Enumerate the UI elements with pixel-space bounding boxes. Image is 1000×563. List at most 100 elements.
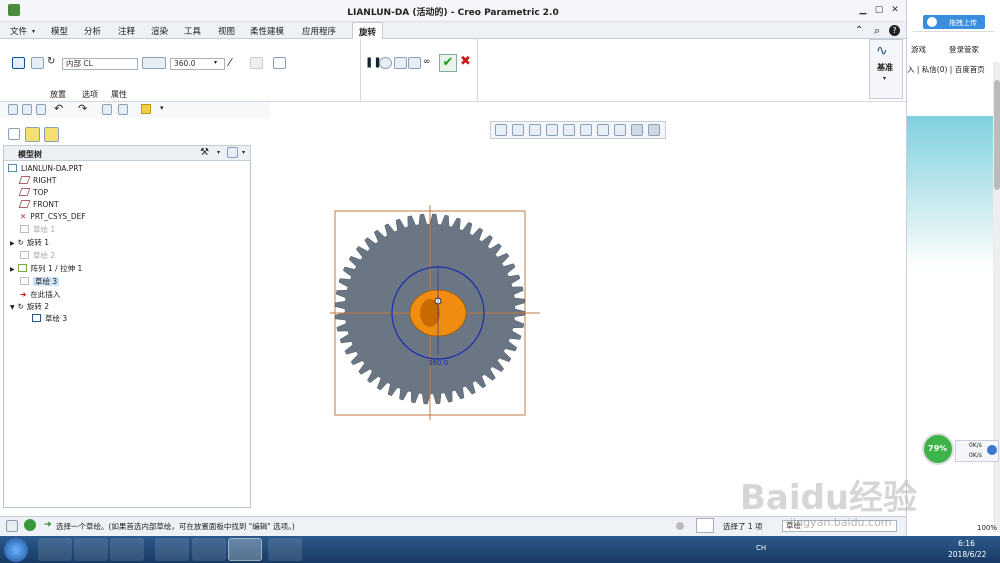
cancel-button[interactable]: ✖ [460,54,471,69]
subtab-properties[interactable]: 属性 [111,89,127,100]
thicken-icon[interactable] [273,57,286,69]
tree-item[interactable]: ▶ 阵列 1 / 拉伸 1 [10,263,82,275]
maximize-button[interactable]: ▢ [872,4,886,16]
expand-icon[interactable]: ▶ [10,266,15,273]
tree-item[interactable]: FRONT [18,199,59,211]
new-file-icon[interactable] [8,104,18,115]
start-button[interactable] [4,538,28,562]
tab-applications[interactable]: 应用程序 [302,25,336,37]
expand-icon[interactable]: ▶ [10,240,15,247]
solid-icon[interactable] [12,57,25,69]
gear-model[interactable]: 360.0 [330,205,545,420]
tree-item-label: 草绘 3 [33,277,60,286]
chevron-down-icon[interactable]: ▾ [217,149,220,156]
login-link[interactable]: 登录管家 [949,44,979,55]
taskbar-app-explorer[interactable] [74,538,108,561]
tree-item[interactable]: 草绘 1 [20,224,55,236]
annotation-display-icon[interactable] [631,124,643,136]
tab-flexible-modeling[interactable]: 柔性建模 [250,25,284,37]
tab-render[interactable]: 渲染 [151,25,168,37]
find-button[interactable] [696,518,714,533]
navigator-toggle-icon[interactable] [6,520,18,532]
customize-toolbar-icon[interactable]: ▾ [160,104,164,112]
ok-button[interactable]: ✔ [439,54,457,72]
collapse-icon[interactable]: ▼ [10,304,15,311]
taskbar-app-creo[interactable] [228,538,262,561]
datum-plane-icon [18,188,31,196]
display-style-icon[interactable] [563,124,575,136]
no-preview-icon[interactable] [379,57,392,69]
chevron-down-icon[interactable]: ▾ [214,59,217,66]
folder-browser-tab-icon[interactable] [25,127,40,142]
angle-type-icon[interactable] [142,57,166,69]
windows-icon[interactable] [118,104,128,115]
insert-here-marker[interactable]: ➜ 在此插入 [20,289,60,301]
attached-preview-icon[interactable] [394,57,407,69]
tree-item[interactable]: ▶ ↻ 旋转 1 [10,237,49,249]
collapse-ribbon-icon[interactable]: ⌃ [855,25,863,36]
tab-annotate[interactable]: 注释 [118,25,135,37]
taskbar-app-media[interactable] [110,538,144,561]
taskbar-app-browser[interactable] [38,538,72,561]
zoom-level[interactable]: 100% [977,524,997,532]
subtab-placement[interactable]: 放置 [50,89,66,100]
ad-banner[interactable] [907,116,993,336]
view-manager-icon[interactable] [597,124,609,136]
tab-tools[interactable]: 工具 [184,25,201,37]
saved-views-icon[interactable] [580,124,592,136]
tab-revolve[interactable]: 旋转 [352,22,384,39]
tree-item[interactable]: RIGHT [18,175,56,187]
tree-item[interactable]: 草绘 2 [20,250,55,262]
search-icon[interactable]: ⌕ [874,24,880,38]
system-tray[interactable] [770,541,880,557]
open-icon[interactable] [22,104,32,115]
datum-display-icon[interactable] [614,124,626,136]
browser-toggle-icon[interactable] [24,519,36,531]
add-icon[interactable] [987,445,997,455]
subtab-options[interactable]: 选项 [82,89,98,100]
ime-indicator[interactable]: CH [756,544,766,552]
undo-icon[interactable]: ↶ [54,102,63,115]
tab-model[interactable]: 模型 [51,25,68,37]
tab-file[interactable]: 文件 [10,25,27,37]
zoom-in-icon[interactable] [512,124,524,136]
minimize-button[interactable]: ▁ [856,4,870,16]
redo-icon[interactable]: ↷ [78,102,87,115]
revolve-icon[interactable]: ↻ [47,56,55,67]
flip-direction-icon[interactable]: ⁄ [229,56,231,69]
tree-filter-icon[interactable] [227,147,238,158]
help-icon[interactable]: ? [889,25,900,36]
tree-item[interactable]: ✕ PRT_CSYS_DEF [20,211,86,223]
chevron-down-icon[interactable]: ▾ [242,149,245,156]
dimension-label[interactable]: 360.0 [428,359,448,367]
nav-links[interactable]: 入 | 私信(0) | 百度首页 [907,64,985,75]
taskbar-app-paint[interactable] [268,538,302,561]
tree-item[interactable]: ▼ ↻ 旋转 2 [10,301,49,313]
regenerate-icon[interactable] [102,104,112,115]
tree-settings-icon[interactable]: ⚒ [200,147,209,158]
favorites-tab-icon[interactable] [44,127,59,142]
taskbar-app-360[interactable] [192,538,226,561]
tree-item[interactable]: LIANLUN-DA.PRT [8,163,83,175]
detached-preview-icon[interactable] [408,57,421,69]
remove-material-icon[interactable] [250,57,263,69]
verify-icon[interactable]: ∞ [423,57,431,67]
zoom-out-icon[interactable] [529,124,541,136]
model-tree-tab-icon[interactable] [8,128,20,140]
scrollbar-thumb[interactable] [994,80,1000,190]
tab-analysis[interactable]: 分析 [84,25,101,37]
folder-icon[interactable] [141,104,151,114]
surface-icon[interactable] [31,57,44,69]
tab-view[interactable]: 视图 [218,25,235,37]
tree-item[interactable]: 草绘 3 [32,313,67,325]
close-button[interactable]: ✕ [888,4,902,16]
spin-center-icon[interactable] [648,124,660,136]
game-link[interactable]: 游戏 [911,44,926,55]
refit-icon[interactable] [495,124,507,136]
taskbar-app-baidu[interactable] [155,538,189,561]
save-icon[interactable] [36,104,46,115]
repaint-icon[interactable] [546,124,558,136]
tree-item-selected[interactable]: 草绘 3 [20,276,60,288]
tree-item[interactable]: TOP [18,187,48,199]
sketch-reference-field[interactable]: 内部 CL [62,58,138,70]
